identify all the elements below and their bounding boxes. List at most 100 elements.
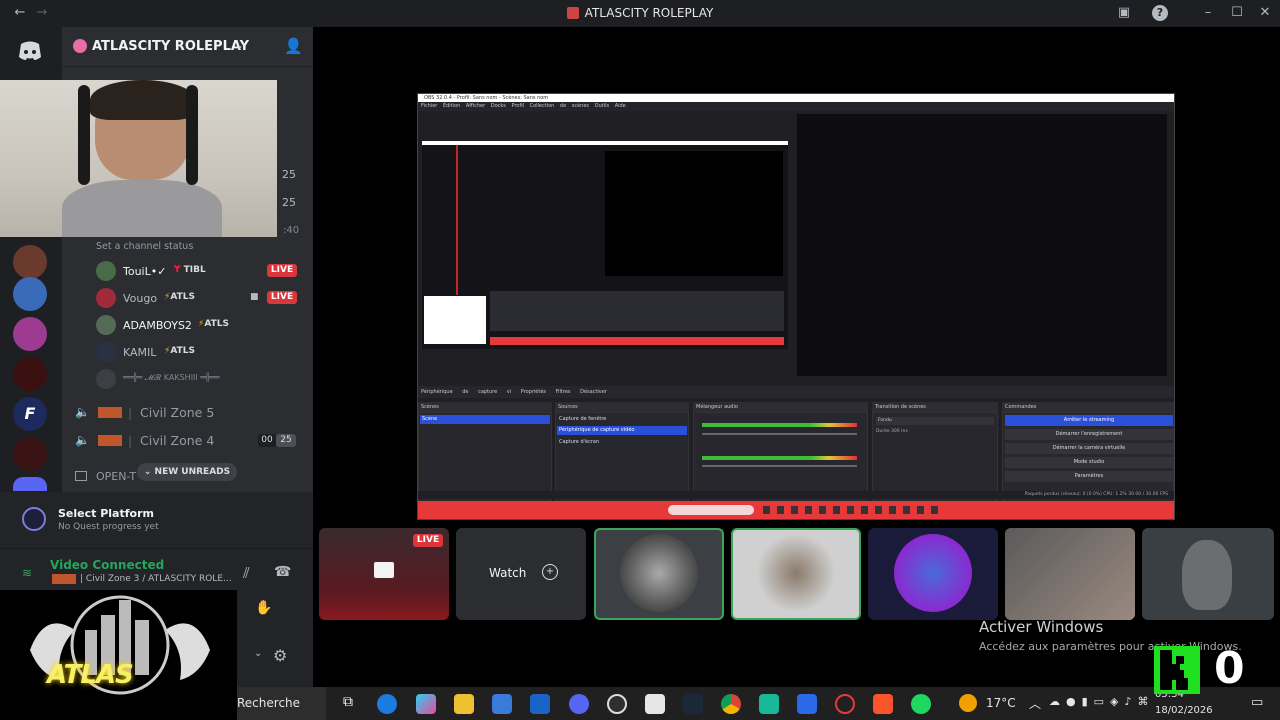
headphones: [186, 85, 198, 185]
voice-channel-name[interactable]: Civil Zone 5: [140, 405, 214, 420]
avatar: [620, 534, 698, 612]
obs-statusbar: Paquets perdus (réseau): 0 (0.0%) CPU: 1…: [418, 491, 1174, 499]
server-icon[interactable]: [13, 317, 47, 351]
new-unreads-pill[interactable]: ⌄ NEW UNREADS: [137, 463, 237, 481]
add-icon[interactable]: +: [542, 564, 558, 580]
scenes-dock: Scène: [418, 412, 552, 502]
watch-label[interactable]: Watch: [489, 566, 526, 580]
noise-suppression-icon[interactable]: ⫽: [243, 564, 250, 582]
voice-channel-name[interactable]: Civil Zone 4: [140, 433, 214, 448]
screen-share-icon: [374, 562, 394, 578]
obs-window: OBS 32.0.4 - Profil: Sans nom - Scènes: …: [417, 93, 1175, 520]
scene-item[interactable]: Scène: [420, 415, 550, 424]
server-icon[interactable]: [13, 357, 47, 391]
clock-date[interactable]: 18/02/2026: [1155, 705, 1213, 716]
commands-dock: Arrêter le streaming Démarrer l'enregist…: [1002, 412, 1174, 502]
steam-icon[interactable]: [683, 694, 703, 714]
chevron-down-icon[interactable]: ⌄: [254, 648, 262, 659]
webcam-overlay: [0, 80, 277, 237]
app-icon[interactable]: [759, 694, 779, 714]
maximize-icon[interactable]: ☐: [1229, 5, 1245, 21]
spotify-icon[interactable]: [911, 694, 931, 714]
member-name[interactable]: ══╬═ 𝓜𝓡 KAKSHIII ═╬══: [123, 373, 220, 383]
copilot-icon[interactable]: [416, 694, 436, 714]
edge-icon[interactable]: [377, 694, 397, 714]
inbox-icon[interactable]: ▣: [1116, 5, 1132, 21]
chrome-icon[interactable]: [721, 694, 741, 714]
stop-streaming-button[interactable]: Arrêter le streaming: [1005, 415, 1173, 426]
source-item[interactable]: Capture de fenêtre: [559, 416, 606, 422]
watch-tile[interactable]: Watch +: [456, 528, 586, 620]
window-titlebar: ← → ATLASCITY ROLEPLAY ▣ ? – ☐ ✕: [0, 0, 1280, 27]
server-icon[interactable]: [13, 477, 47, 491]
quest-title[interactable]: Select Platform: [58, 507, 154, 520]
participant-tile[interactable]: [731, 528, 861, 620]
server-icon[interactable]: [13, 277, 47, 311]
voice-user-count: 00: [258, 434, 276, 447]
participant-tile[interactable]: [1142, 528, 1274, 620]
close-icon[interactable]: ✕: [1257, 5, 1273, 21]
soundboard-icon[interactable]: ✋: [255, 600, 272, 616]
weather-icon[interactable]: [959, 694, 977, 712]
server-name: ATLASCITY ROLEPLAY: [92, 39, 250, 54]
video-camera-icon: ■: [250, 292, 259, 302]
server-icon[interactable]: [13, 245, 47, 279]
member-name[interactable]: TouiL•✓: [123, 265, 166, 278]
activate-windows-subtitle: Accédez aux paramètres pour activer Wind…: [979, 640, 1242, 653]
speaker-icon: 🔈: [75, 405, 90, 419]
obs-source-toolbar: Périphérique de capture vi Propriétés Fi…: [418, 386, 1174, 398]
avatar: [96, 369, 116, 389]
chevron-down-icon: ⌄: [234, 38, 245, 52]
participant-tile[interactable]: [868, 528, 998, 620]
text-channel-name[interactable]: OPEN-T: [96, 470, 136, 483]
participant-tile[interactable]: [594, 528, 724, 620]
voice-timer: :40: [283, 225, 300, 236]
speaker-icon: 🔈: [75, 433, 90, 447]
add-member-icon[interactable]: 👤: [284, 37, 303, 55]
server-icon[interactable]: F: [13, 397, 47, 431]
screen: ← → ATLASCITY ROLEPLAY ▣ ? – ☐ ✕ F ATLAS…: [0, 0, 1280, 720]
discord-home-icon[interactable]: [13, 33, 47, 67]
notifications-icon[interactable]: ▭: [1251, 695, 1263, 710]
app-icon[interactable]: [797, 694, 817, 714]
member-name[interactable]: ADAMBOYS2: [123, 319, 192, 332]
settings-button[interactable]: Paramètres: [1005, 471, 1173, 482]
server-header[interactable]: ATLASCITY ROLEPLAY ⌄ 👤: [62, 27, 313, 67]
participant-tile[interactable]: [1005, 528, 1135, 620]
member-name[interactable]: Vougo: [123, 292, 157, 305]
outlook-icon[interactable]: [530, 694, 550, 714]
obs-icon[interactable]: [607, 694, 627, 714]
gear-icon[interactable]: ⚙: [273, 646, 287, 665]
sources-dock: Capture de fenêtre Périphérique de captu…: [555, 412, 689, 502]
source-item[interactable]: Périphérique de capture vidéo: [557, 426, 687, 435]
atlas-logo-text: ATLAS: [47, 660, 134, 690]
chevron-up-icon[interactable]: ︿: [1029, 695, 1041, 712]
disconnect-icon[interactable]: ☎: [274, 564, 291, 580]
app-icon[interactable]: [645, 694, 665, 714]
tray-icons[interactable]: ☁●▮▭◈♪⌘: [1049, 695, 1155, 708]
studio-mode-button[interactable]: Mode studio: [1005, 457, 1173, 468]
member-name[interactable]: KAMIL: [123, 346, 156, 359]
store-icon[interactable]: [492, 694, 512, 714]
minimize-icon[interactable]: –: [1200, 5, 1216, 21]
voice-status[interactable]: Video Connected: [50, 558, 164, 572]
stream-tile[interactable]: LIVE: [319, 528, 449, 620]
transition-select[interactable]: Fondu: [876, 417, 994, 425]
server-logo-icon: [566, 7, 579, 19]
source-item[interactable]: Capture d'écran: [559, 439, 599, 445]
window-title: ATLASCITY ROLEPLAY: [0, 6, 1280, 20]
virtual-camera-button[interactable]: Démarrer la caméra virtuelle: [1005, 443, 1173, 454]
task-view-icon[interactable]: ⧉: [338, 694, 358, 714]
help-icon[interactable]: ?: [1152, 5, 1168, 21]
set-channel-status[interactable]: Set a channel status: [96, 241, 193, 252]
file-explorer-icon[interactable]: [454, 694, 474, 714]
brave-icon[interactable]: [873, 694, 893, 714]
transition-duration[interactable]: Durée 300 ms: [876, 429, 908, 434]
server-icon[interactable]: [13, 437, 47, 471]
member-tag: ⚡ATLS: [198, 319, 229, 329]
opera-icon[interactable]: [835, 694, 855, 714]
taskbar-search[interactable]: Recherche: [237, 687, 326, 720]
commands-dock-header: Commandes: [1002, 402, 1174, 412]
discord-icon[interactable]: [569, 694, 589, 714]
start-recording-button[interactable]: Démarrer l'enregistrement: [1005, 429, 1173, 440]
